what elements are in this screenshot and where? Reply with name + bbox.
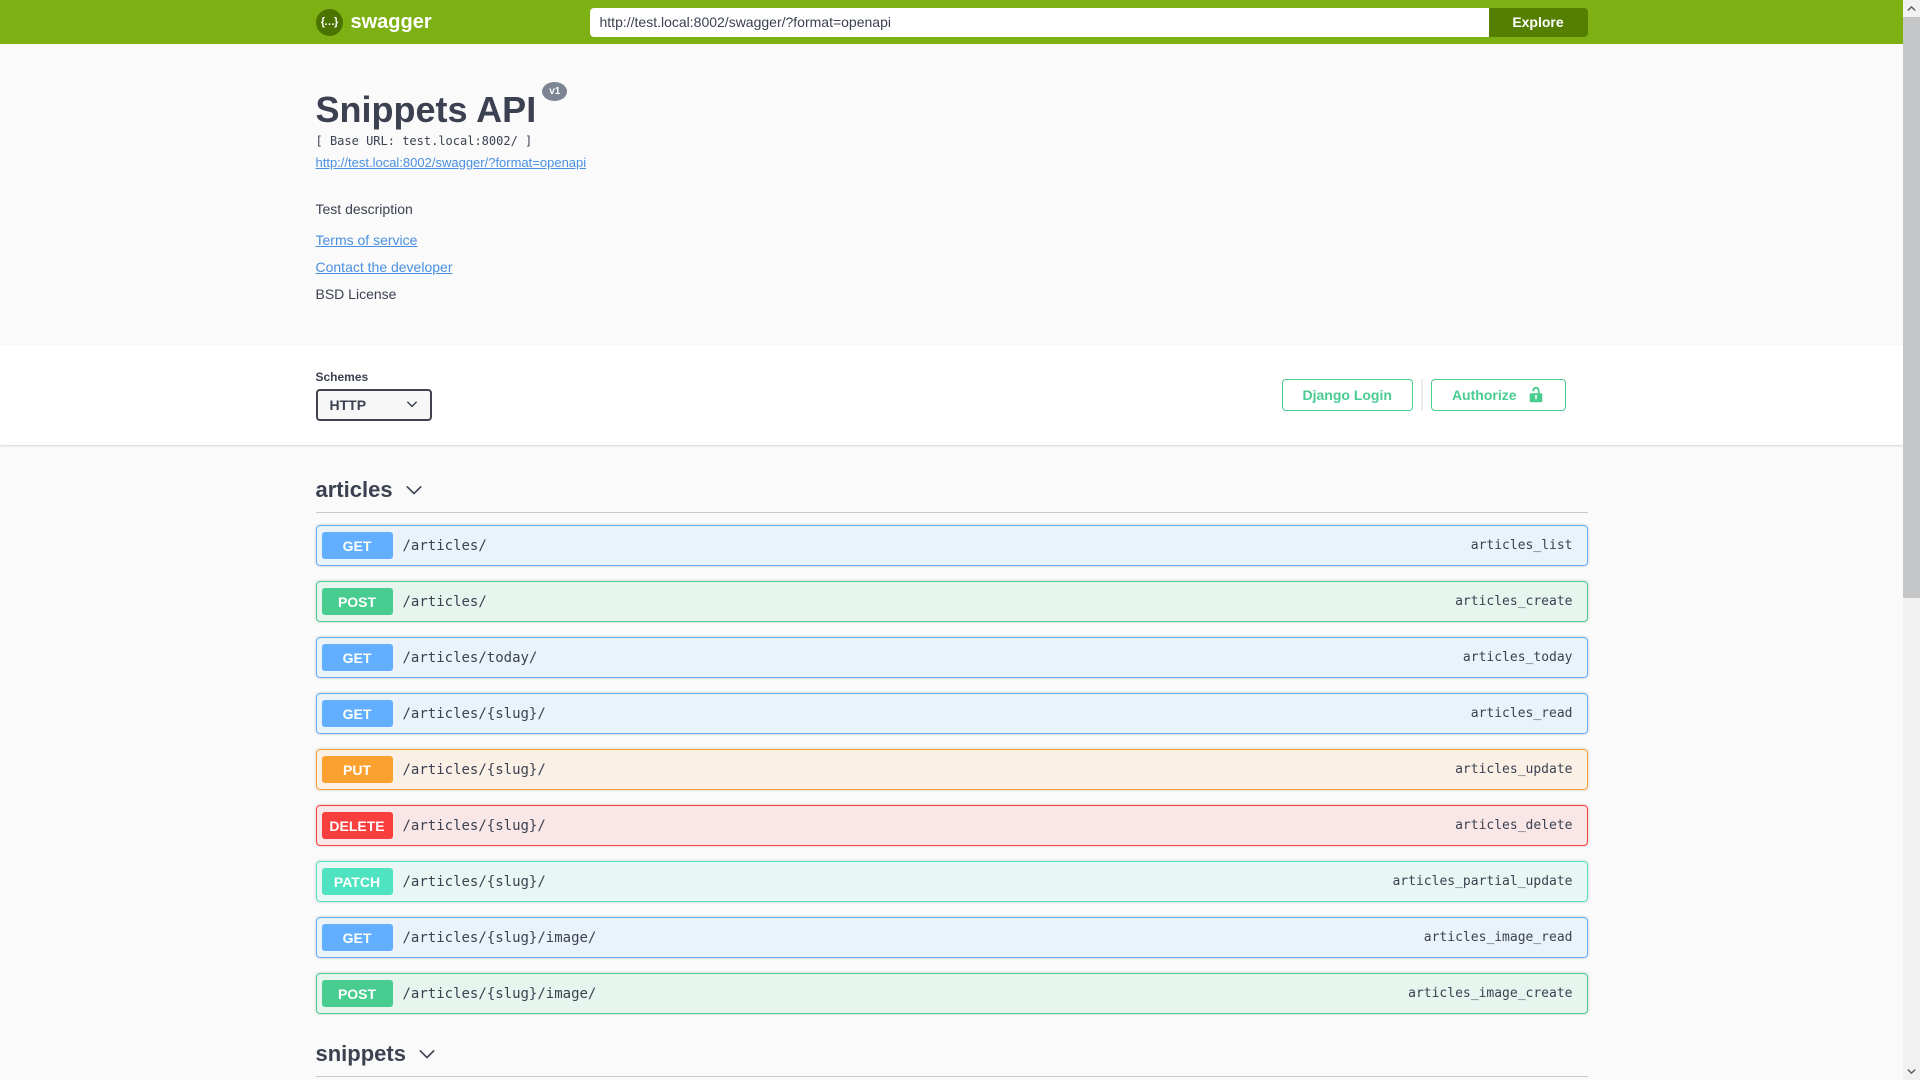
endpoint-row[interactable]: GET /articles/today/ articles_today <box>315 637 1588 678</box>
api-section: articles GET /articles/ articles_list PO… <box>315 477 1588 1014</box>
section-title: articles <box>315 477 393 502</box>
operation-id: articles_list <box>1470 538 1573 553</box>
operations-list: articles GET /articles/ articles_list PO… <box>315 477 1588 1080</box>
swagger-logo-text: swagger <box>350 10 432 33</box>
swagger-logo[interactable]: {…} swagger <box>315 8 432 36</box>
auth-divider <box>1420 379 1423 411</box>
endpoint-path: /articles/ <box>402 537 487 554</box>
endpoint-row[interactable]: GET /articles/{slug}/ articles_read <box>315 693 1588 734</box>
operations-area: articles GET /articles/ articles_list PO… <box>0 445 1903 1080</box>
endpoint-row[interactable]: PUT /articles/{slug}/ articles_update <box>315 749 1588 790</box>
schemes-label: Schemes <box>315 369 369 384</box>
endpoint-path: /articles/{slug}/image/ <box>402 985 597 1002</box>
info-section: Snippets API v1 [ Base URL: test.local:80… <box>0 44 1903 345</box>
license-text: BSD License <box>315 286 397 302</box>
vertical-scrollbar[interactable] <box>1903 0 1920 1080</box>
operation-id: articles_image_create <box>1408 986 1573 1001</box>
scrollbar-down-arrow-icon[interactable] <box>1903 1063 1920 1080</box>
title-row: Snippets API v1 <box>315 82 1588 130</box>
scheme-container: Schemes HTTP Django Login Authorize <box>0 345 1903 445</box>
explore-button[interactable]: Explore <box>1488 7 1588 37</box>
django-login-label: Django Login <box>1302 387 1392 403</box>
swagger-logo-icon: {…} <box>315 8 343 36</box>
endpoint-row[interactable]: GET /articles/{slug}/image/ articles_ima… <box>315 917 1588 958</box>
http-method-badge: GET <box>321 532 393 559</box>
http-method-badge: DELETE <box>321 812 393 839</box>
chevron-down-icon <box>405 481 423 499</box>
endpoint-path: /articles/{slug}/ <box>402 873 546 890</box>
section-header[interactable]: snippets <box>316 1041 1588 1067</box>
chevron-down-icon <box>406 397 418 413</box>
authorize-label: Authorize <box>1451 387 1517 403</box>
endpoint-row[interactable]: DELETE /articles/{slug}/ articles_delete <box>315 805 1588 846</box>
topbar: {…} swagger Explore <box>0 0 1903 44</box>
endpoint-path: /articles/{slug}/ <box>402 817 546 834</box>
scrollbar-up-arrow-icon[interactable] <box>1903 0 1920 17</box>
page-title: Snippets API <box>315 89 537 130</box>
section-header[interactable]: articles <box>316 477 1588 503</box>
contact-developer-link[interactable]: Contact the developer <box>316 259 453 275</box>
scrollbar-thumb[interactable] <box>1903 17 1920 598</box>
endpoint-path: /articles/ <box>402 593 487 610</box>
operation-id: articles_partial_update <box>1392 874 1573 889</box>
terms-of-service-link[interactable]: Terms of service <box>316 232 418 248</box>
endpoint-row[interactable]: POST /articles/ articles_create <box>315 581 1588 622</box>
base-url-text: [ Base URL: test.local:8002/ ] <box>315 134 533 148</box>
http-method-badge: GET <box>321 924 393 951</box>
swagger-ui-page: {…} swagger Explore Snippets API v1 [ Bas… <box>0 0 1903 1080</box>
endpoint-row[interactable]: PATCH /articles/{slug}/ articles_partial… <box>315 861 1588 902</box>
authorize-button[interactable]: Authorize <box>1430 379 1566 411</box>
http-method-badge: GET <box>321 700 393 727</box>
endpoint-path: /articles/{slug}/ <box>402 761 546 778</box>
operation-id: articles_update <box>1455 762 1573 777</box>
schemes-selected-value: HTTP <box>329 396 367 413</box>
http-method-badge: PATCH <box>321 868 393 895</box>
api-section: snippets GET /snippets/ snippets_list <box>315 1041 1588 1080</box>
http-method-badge: POST <box>321 980 393 1007</box>
api-description: Test description <box>315 201 413 217</box>
operation-id: articles_read <box>1470 706 1573 721</box>
operation-rows: GET /articles/ articles_list POST /artic… <box>315 513 1588 1014</box>
unlock-icon <box>1527 386 1545 404</box>
endpoint-row[interactable]: GET /articles/ articles_list <box>315 525 1588 566</box>
section-title: snippets <box>315 1041 406 1066</box>
http-method-badge: GET <box>321 644 393 671</box>
django-login-button[interactable]: Django Login <box>1281 379 1413 411</box>
operation-id: articles_image_read <box>1423 930 1573 945</box>
spec-url-form: Explore <box>589 7 1588 37</box>
operation-id: articles_create <box>1455 594 1573 609</box>
auth-wrapper: Django Login Authorize <box>1281 379 1588 411</box>
http-method-badge: PUT <box>321 756 393 783</box>
chevron-down-icon <box>418 1045 436 1063</box>
endpoint-path: /articles/{slug}/image/ <box>402 929 597 946</box>
operation-id: articles_today <box>1462 650 1573 665</box>
spec-url-input[interactable] <box>589 7 1489 37</box>
endpoint-path: /articles/today/ <box>402 649 538 666</box>
endpoint-path: /articles/{slug}/ <box>402 705 546 722</box>
schemes-select[interactable]: HTTP <box>315 388 432 421</box>
schemes-block: Schemes HTTP <box>315 369 432 421</box>
spec-link[interactable]: http://test.local:8002/swagger/?format=o… <box>316 155 587 170</box>
version-badge: v1 <box>542 82 568 101</box>
endpoint-row[interactable]: POST /articles/{slug}/image/ articles_im… <box>315 973 1588 1014</box>
operation-id: articles_delete <box>1455 818 1573 833</box>
http-method-badge: POST <box>321 588 393 615</box>
